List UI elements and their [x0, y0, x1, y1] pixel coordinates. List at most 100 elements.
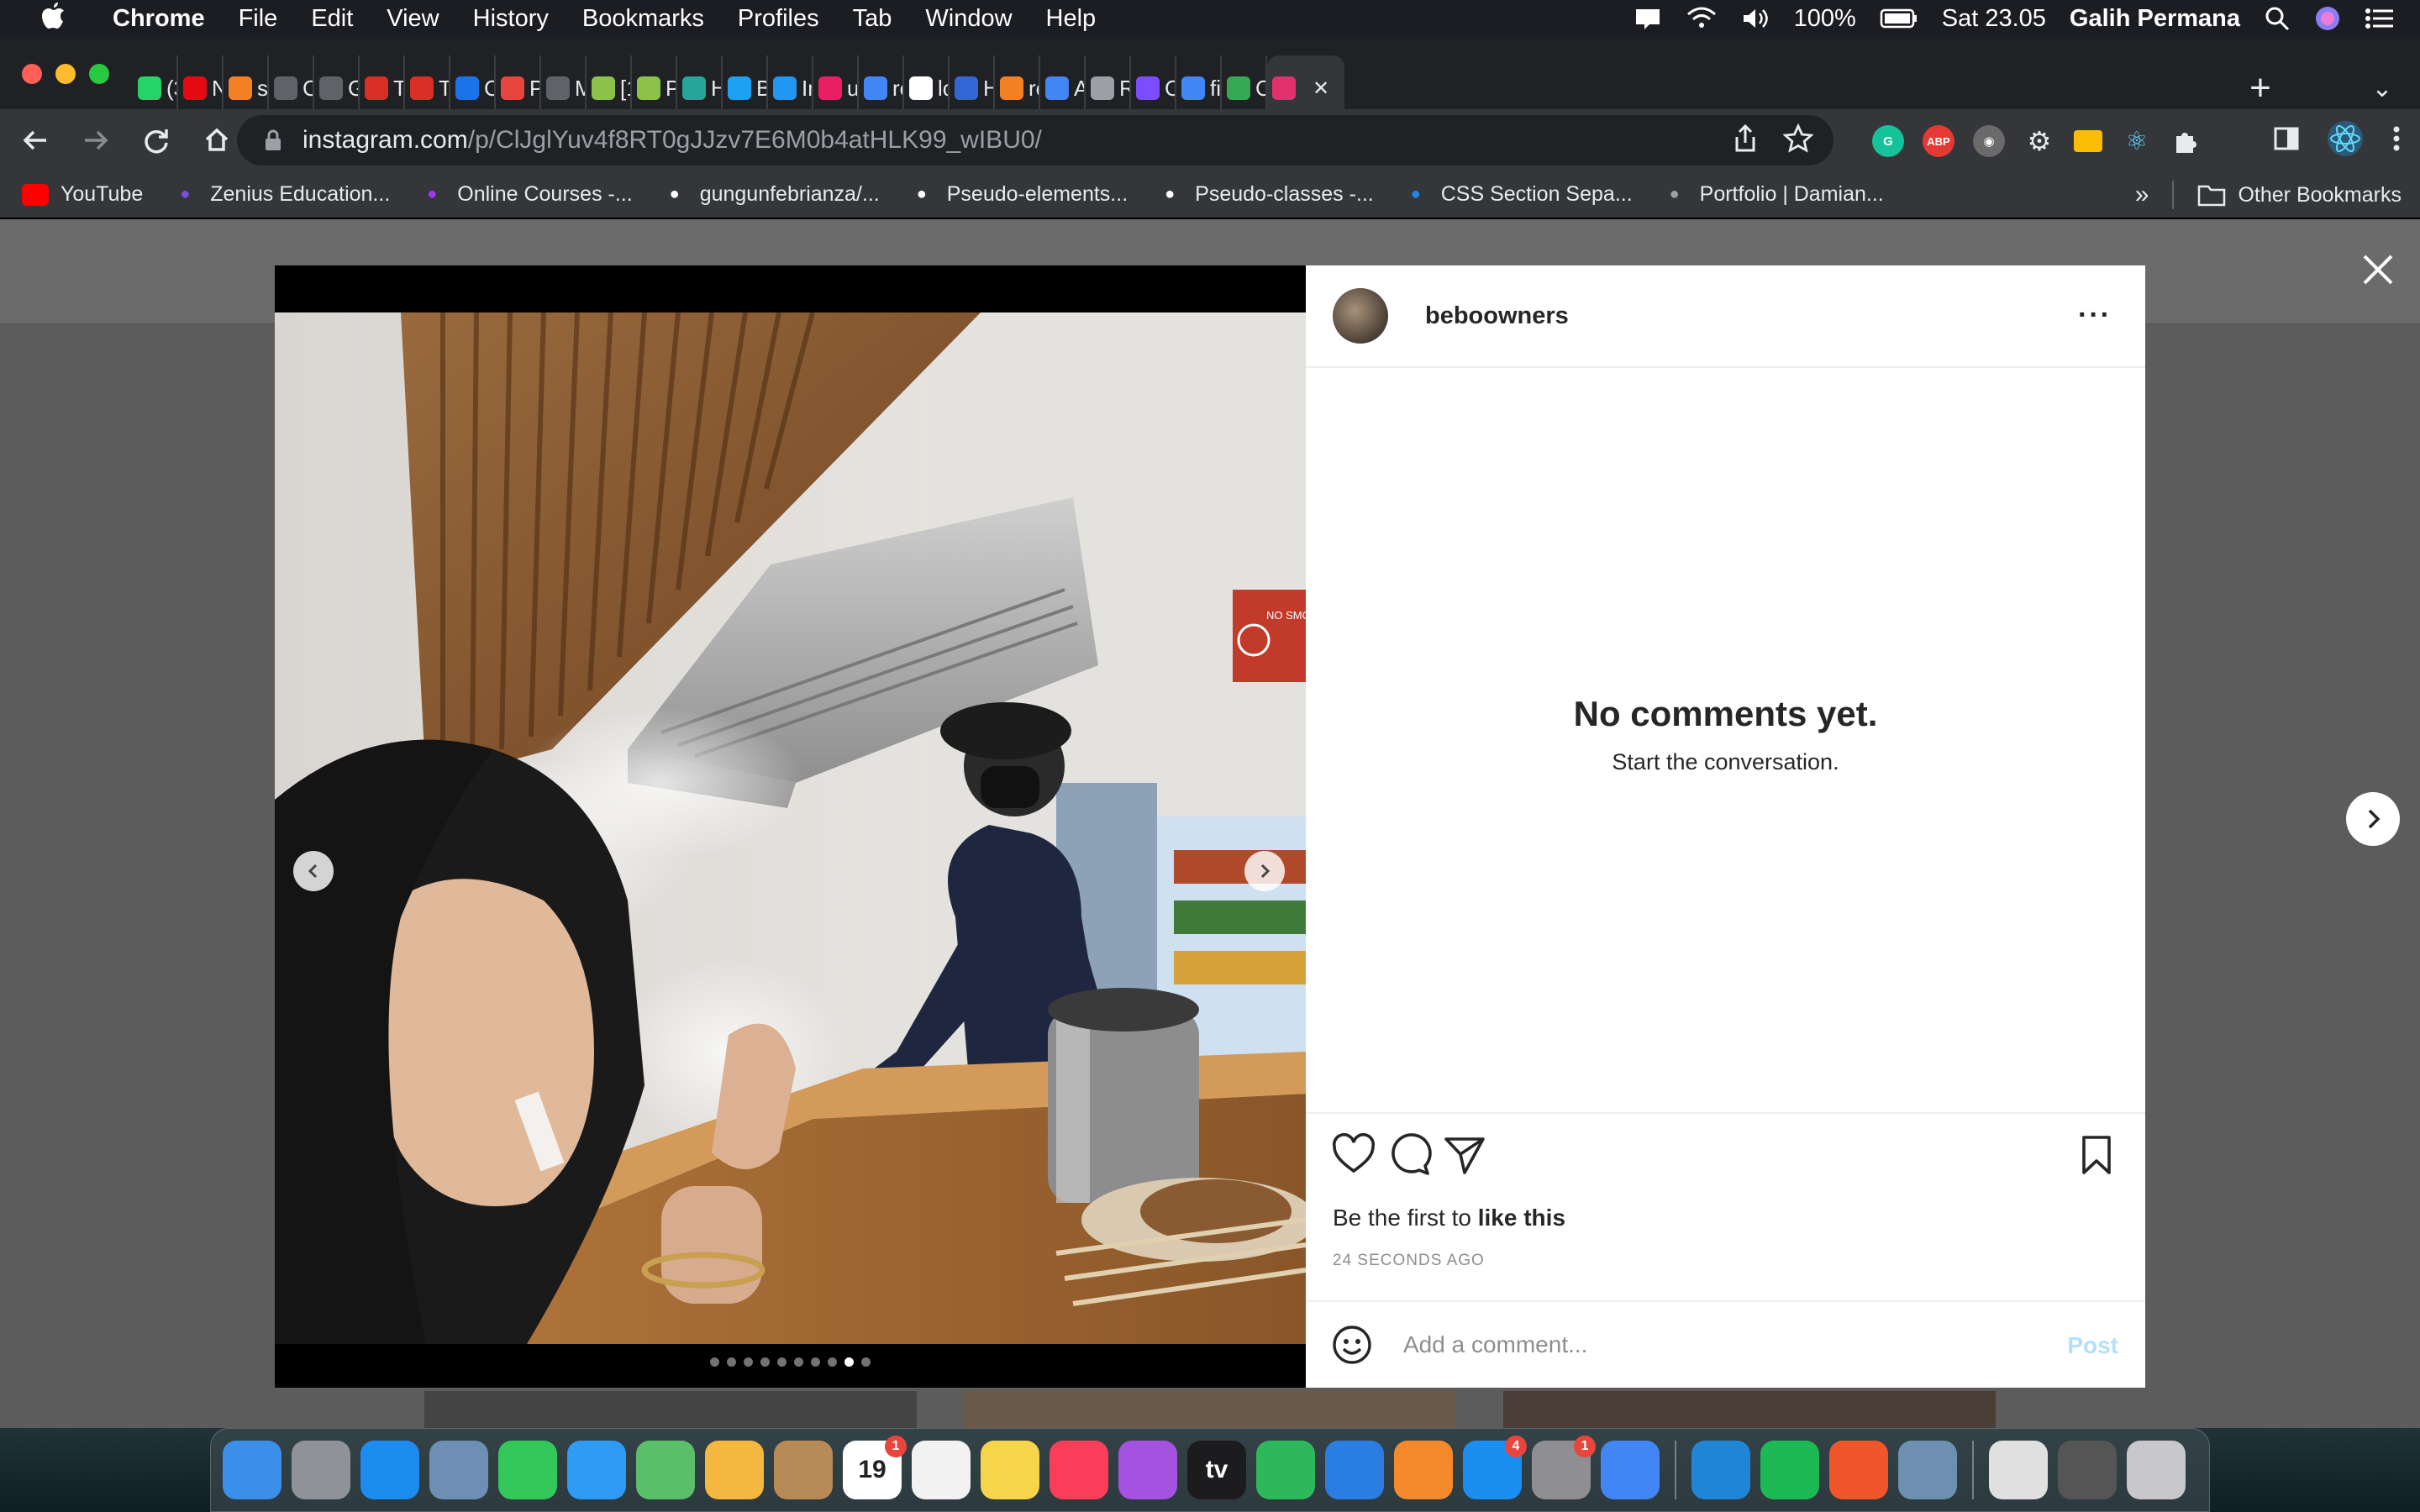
carousel-previous-button[interactable] [293, 851, 334, 891]
carousel-next-button[interactable] [1244, 851, 1285, 891]
close-tab-icon[interactable]: ✕ [1313, 76, 1329, 101]
menu-view[interactable]: View [387, 5, 439, 33]
brave-icon[interactable] [1829, 1441, 1888, 1499]
grid-thumbnail[interactable] [1503, 1391, 1996, 1428]
numbers-icon[interactable] [1256, 1441, 1315, 1499]
podcasts-icon[interactable] [1118, 1441, 1177, 1499]
comment-input[interactable] [1403, 1331, 2042, 1358]
pages-icon[interactable] [1394, 1441, 1453, 1499]
battery-icon[interactable] [1880, 7, 1918, 30]
user-avatar[interactable] [1333, 288, 1388, 344]
tv-icon[interactable]: tv [1187, 1441, 1246, 1499]
messages-icon[interactable] [567, 1441, 626, 1499]
heart-icon[interactable] [1331, 1132, 1376, 1178]
bookmark-item[interactable]: YouTube [22, 182, 143, 207]
settings-gear-icon[interactable]: ⚙ [2023, 125, 2055, 157]
emoji-icon[interactable] [1331, 1324, 1373, 1366]
bookmark-item[interactable]: ● Pseudo-elements... [908, 182, 1128, 207]
reminders-icon[interactable] [912, 1441, 971, 1499]
post-photo[interactable]: NO SMOKING [275, 312, 1306, 1344]
bookmark-item[interactable]: ● Pseudo-classes -... [1156, 182, 1374, 207]
menu-history[interactable]: History [473, 5, 549, 33]
calendar-icon[interactable]: 19 1 [843, 1436, 907, 1499]
siri-icon[interactable] [2314, 5, 2341, 32]
bookmark-item[interactable]: ● Portfolio | Damian... [1661, 182, 1884, 207]
reload-button[interactable] [131, 115, 182, 165]
apple-menu-icon[interactable] [30, 1, 76, 37]
bookmark-star-icon[interactable] [1783, 123, 1813, 154]
image-capture-icon[interactable] [1898, 1441, 1957, 1499]
bookmarks-overflow-button[interactable]: » [2135, 181, 2149, 209]
post-timestamp[interactable]: 24 SECONDS AGO [1333, 1252, 1485, 1270]
bookmark-item[interactable]: ● Zenius Education... [171, 182, 390, 207]
wifi-icon[interactable] [1686, 6, 1717, 31]
minimize-window-button[interactable] [55, 64, 76, 84]
menu-app-name[interactable]: Chrome [113, 5, 205, 33]
preview-icon[interactable] [429, 1441, 488, 1499]
back-button[interactable] [10, 115, 60, 165]
react-devtools-icon[interactable]: ⚛ [2121, 125, 2153, 157]
chrome-icon[interactable] [1601, 1441, 1660, 1499]
share-icon[interactable] [1733, 123, 1758, 154]
close-window-button[interactable] [22, 64, 42, 84]
post-comment-button[interactable]: Post [2067, 1332, 2118, 1359]
grammarly-icon[interactable]: G [1872, 125, 1904, 157]
home-button[interactable] [192, 115, 242, 165]
folder-extension-icon[interactable] [2074, 130, 2102, 152]
bookmark-item[interactable]: ● Online Courses -... [418, 182, 632, 207]
screenshot-stack-icon[interactable] [2058, 1441, 2117, 1499]
menu-window[interactable]: Window [925, 5, 1012, 33]
menu-file[interactable]: File [239, 5, 278, 33]
grid-thumbnail[interactable] [424, 1391, 917, 1428]
extensions-puzzle-icon[interactable] [2171, 126, 2202, 156]
post-username[interactable]: beboowners [1425, 302, 1569, 330]
launchpad-icon[interactable] [292, 1441, 350, 1499]
other-bookmarks-folder[interactable]: Other Bookmarks [2197, 183, 2402, 207]
lock-icon[interactable] [262, 128, 284, 153]
menu-help[interactable]: Help [1046, 5, 1097, 33]
volume-icon[interactable] [1740, 6, 1770, 31]
grid-thumbnail[interactable] [964, 1391, 1456, 1428]
contacts-icon[interactable] [774, 1441, 833, 1499]
zoom-window-button[interactable] [89, 64, 109, 84]
safari-icon[interactable] [360, 1441, 419, 1499]
extension-eye-icon[interactable]: ◉ [1973, 125, 2005, 157]
comment-icon[interactable] [1386, 1132, 1432, 1178]
control-center-icon[interactable] [2365, 5, 2395, 32]
photos-icon[interactable] [705, 1441, 764, 1499]
facetime-icon[interactable] [498, 1441, 557, 1499]
menu-bookmarks[interactable]: Bookmarks [582, 5, 704, 33]
close-post-button[interactable] [2353, 244, 2403, 295]
music-icon[interactable] [1050, 1441, 1108, 1499]
menu-profiles[interactable]: Profiles [738, 5, 819, 33]
like-this-link[interactable]: like this [1478, 1205, 1565, 1231]
vscode-icon[interactable] [1691, 1441, 1750, 1499]
save-bookmark-icon[interactable] [2074, 1132, 2119, 1178]
notification-icon[interactable] [1633, 6, 1663, 31]
appstore-icon[interactable]: 4 [1463, 1436, 1527, 1499]
menu-tab[interactable]: Tab [853, 5, 892, 33]
menu-clock[interactable]: Sat 23.05 [1942, 5, 2046, 33]
chrome-menu-icon[interactable] [2390, 123, 2403, 154]
address-bar[interactable]: instagram.com/p/ClJglYuv4f8RT0gJJzv7E6M0… [237, 115, 1833, 165]
forward-button[interactable] [71, 115, 121, 165]
trash-icon[interactable] [2127, 1441, 2186, 1499]
more-options-icon[interactable]: ··· [2078, 299, 2112, 332]
profile-avatar-icon[interactable] [2326, 119, 2365, 158]
bookmark-item[interactable]: ● CSS Section Sepa... [1402, 182, 1633, 207]
spotlight-search-icon[interactable] [2264, 5, 2291, 32]
spotify-icon[interactable] [1760, 1441, 1819, 1499]
share-direct-icon[interactable] [1442, 1132, 1487, 1178]
system-preferences-icon[interactable]: 1 [1532, 1436, 1596, 1499]
archive-icon[interactable] [1989, 1441, 2048, 1499]
maps-icon[interactable] [636, 1441, 695, 1499]
side-panel-icon[interactable] [2272, 124, 2301, 153]
bookmark-item[interactable]: ● gungunfebrianza/... [661, 182, 880, 207]
keynote-icon[interactable] [1325, 1441, 1384, 1499]
next-post-button[interactable] [2346, 792, 2400, 846]
notes-icon[interactable] [981, 1441, 1039, 1499]
menu-user[interactable]: Galih Permana [2070, 5, 2240, 33]
finder-icon[interactable] [223, 1441, 281, 1499]
menu-edit[interactable]: Edit [311, 5, 353, 33]
adblock-plus-icon[interactable]: ABP [1923, 125, 1954, 157]
